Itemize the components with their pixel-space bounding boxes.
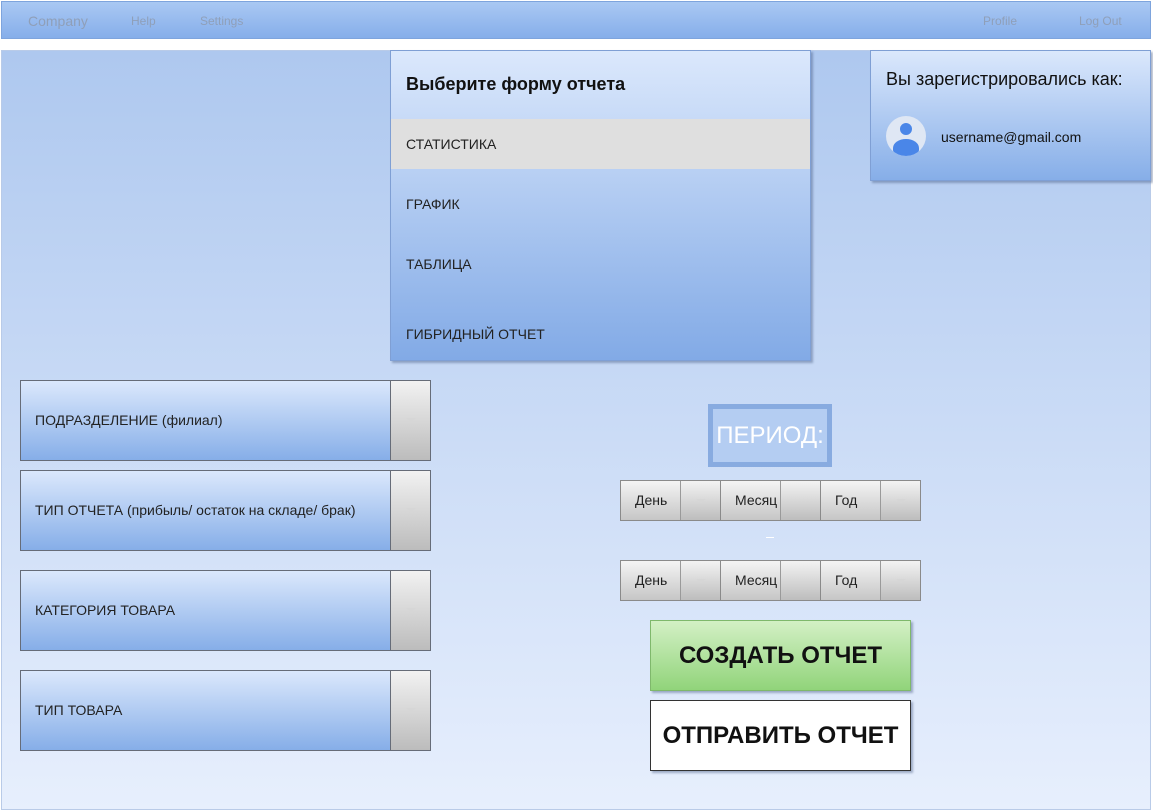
avatar-body-shape <box>893 139 919 156</box>
from-month-dropdown-button[interactable] <box>780 481 820 520</box>
logout-link[interactable]: Log Out <box>1079 14 1122 28</box>
to-month-select[interactable]: Месяц <box>720 560 821 601</box>
profile-link[interactable]: Profile <box>983 14 1017 28</box>
period-range-separator <box>766 537 774 538</box>
from-month-label: Месяц <box>735 492 778 508</box>
from-year-label: Год <box>835 492 858 508</box>
top-navbar: Company Help Settings Profile Log Out <box>1 1 1151 39</box>
to-year-select[interactable]: Год <box>820 560 921 601</box>
chevron-down-icon <box>406 418 416 422</box>
report-option-chart[interactable]: ГРАФИК <box>391 179 810 229</box>
from-month-select[interactable]: Месяц <box>720 480 821 521</box>
user-email: username@gmail.com <box>941 129 1082 145</box>
chevron-down-icon <box>696 579 706 583</box>
report-option-table[interactable]: ТАБЛИЦА <box>391 239 810 289</box>
branch-select[interactable]: ПОДРАЗДЕЛЕНИЕ (филиал) <box>20 380 431 461</box>
user-avatar-icon <box>886 116 926 156</box>
settings-link[interactable]: Settings <box>200 14 243 28</box>
to-year-dropdown-button[interactable] <box>880 561 920 600</box>
period-title: ПЕРИОД: <box>708 404 832 467</box>
product-category-select[interactable]: КАТЕГОРИЯ ТОВАРА <box>20 570 431 651</box>
create-report-button[interactable]: СОЗДАТЬ ОТЧЕТ <box>650 620 911 691</box>
branch-select-label: ПОДРАЗДЕЛЕНИЕ (филиал) <box>35 412 223 428</box>
logged-in-caption: Вы зарегистрировались как: <box>886 69 1123 89</box>
report-form-menu: Выберите форму отчета СТАТИСТИКА ГРАФИК … <box>390 50 811 361</box>
to-year-label: Год <box>835 572 858 588</box>
from-day-dropdown-button[interactable] <box>680 481 720 520</box>
from-day-label: День <box>635 492 668 508</box>
from-day-select[interactable]: День <box>620 480 721 521</box>
report-type-select[interactable]: ТИП ОТЧЕТА (прибыль/ остаток на складе/ … <box>20 470 431 551</box>
chevron-down-icon <box>406 708 416 712</box>
report-option-hybrid[interactable]: ГИБРИДНЫЙ ОТЧЕТ <box>391 309 810 359</box>
report-option-statistics[interactable]: СТАТИСТИКА <box>391 119 810 169</box>
product-type-dropdown-button[interactable] <box>390 671 430 750</box>
to-month-label: Месяц <box>735 572 778 588</box>
avatar-head-shape <box>900 123 912 135</box>
brand-logo-link[interactable]: Company <box>28 13 88 29</box>
product-category-dropdown-button[interactable] <box>390 571 430 650</box>
chevron-down-icon <box>896 579 906 583</box>
chevron-down-icon <box>896 499 906 503</box>
to-day-select[interactable]: День <box>620 560 721 601</box>
chevron-down-icon <box>406 608 416 612</box>
user-info-panel: Вы зарегистрировались как: username@gmai… <box>870 50 1151 181</box>
branch-dropdown-button[interactable] <box>390 381 430 460</box>
to-day-dropdown-button[interactable] <box>680 561 720 600</box>
from-year-dropdown-button[interactable] <box>880 481 920 520</box>
send-report-button[interactable]: ОТПРАВИТЬ ОТЧЕТ <box>650 700 911 771</box>
help-link[interactable]: Help <box>131 14 156 28</box>
report-type-dropdown-button[interactable] <box>390 471 430 550</box>
from-year-select[interactable]: Год <box>820 480 921 521</box>
product-type-select-label: ТИП ТОВАРА <box>35 702 123 718</box>
product-category-select-label: КАТЕГОРИЯ ТОВАРА <box>35 602 176 618</box>
product-type-select[interactable]: ТИП ТОВАРА <box>20 670 431 751</box>
chevron-down-icon <box>406 508 416 512</box>
report-type-select-label: ТИП ОТЧЕТА (прибыль/ остаток на складе/ … <box>35 502 356 518</box>
to-day-label: День <box>635 572 668 588</box>
report-form-title: Выберите форму отчета <box>406 74 626 94</box>
chevron-down-icon <box>696 499 706 503</box>
to-month-dropdown-button[interactable] <box>780 561 820 600</box>
